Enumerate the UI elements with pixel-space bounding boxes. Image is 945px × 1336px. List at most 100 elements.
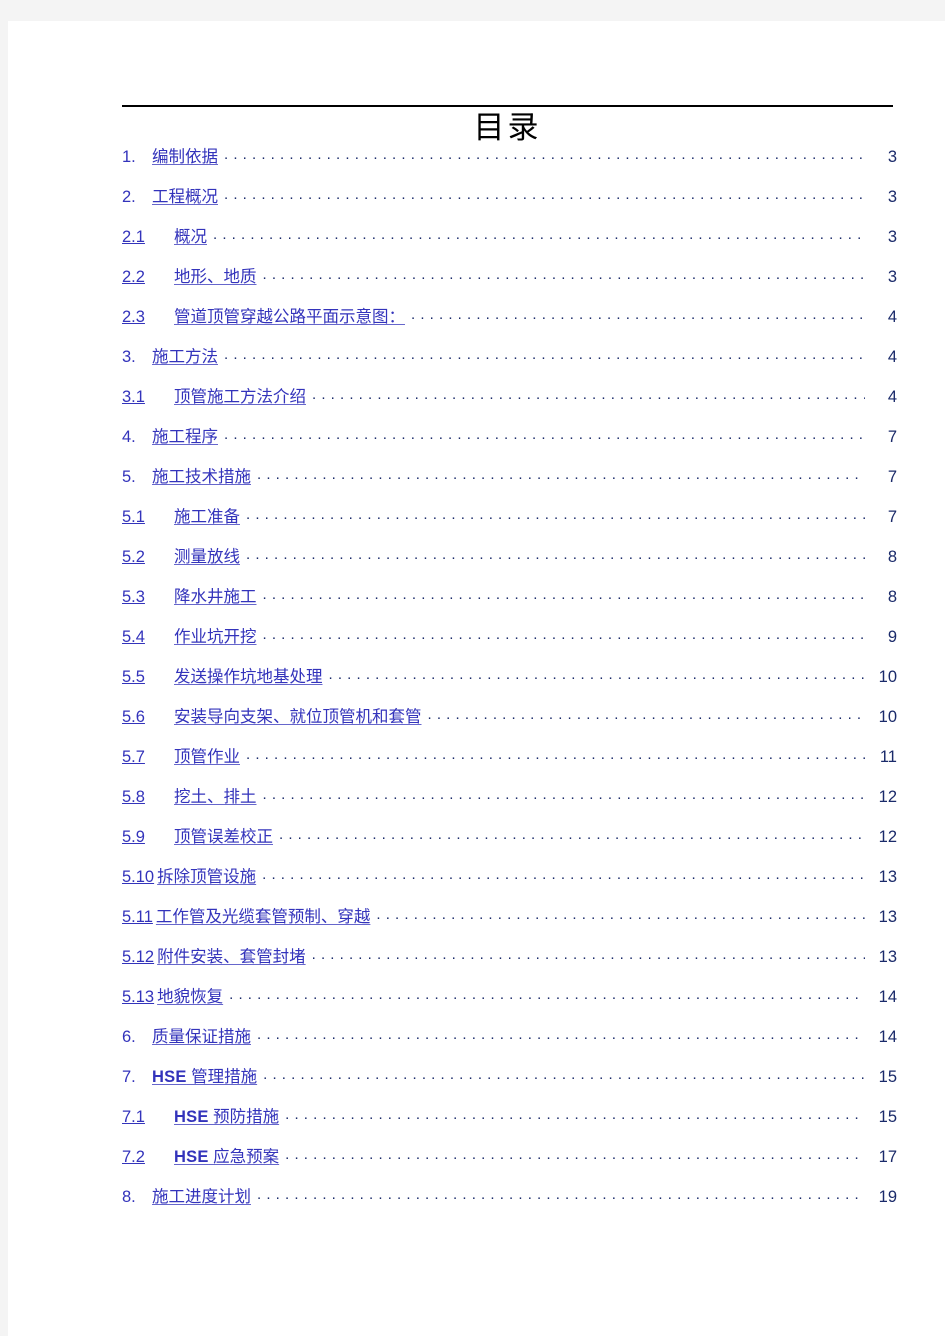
toc-entry-number: 2.2 xyxy=(122,268,145,286)
toc-entry-number: 5.11 xyxy=(122,908,153,926)
toc-entry-label[interactable]: 质量保证措施 xyxy=(152,1023,255,1047)
toc-entry-number: 5.7 xyxy=(122,748,145,766)
toc-entry-label[interactable]: 施工程序 xyxy=(152,423,222,447)
toc-entry-page-number: 15 xyxy=(878,1108,897,1126)
toc-entry-page-number: 3 xyxy=(887,188,897,206)
toc-entry[interactable]: 5.8 挖土、排土 12 xyxy=(122,783,897,823)
toc-entry[interactable]: 5.13地貌恢复 14 xyxy=(122,983,897,1023)
toc-entry-label[interactable]: 管道顶管穿越公路平面示意图： xyxy=(174,303,409,327)
toc-dot-leader xyxy=(262,866,865,882)
toc-entry[interactable]: 5.9 顶管误差校正 12 xyxy=(122,823,897,863)
toc-entry-label[interactable]: 顶管作业 xyxy=(174,743,244,767)
toc-dot-leader xyxy=(329,666,866,682)
toc-entry-number: 2.3 xyxy=(122,308,145,326)
toc-entry-number: 5.9 xyxy=(122,828,145,846)
toc-entry-number: 5.6 xyxy=(122,708,145,726)
toc-entry[interactable]: 5.4 作业坑开挖 9 xyxy=(122,623,897,663)
toc-entry[interactable]: 4. 施工程序 7 xyxy=(122,423,897,463)
toc-dot-leader xyxy=(428,706,866,722)
toc-dot-leader xyxy=(246,546,865,562)
toc-dot-leader xyxy=(263,786,866,802)
toc-entry-label[interactable]: 工作管及光缆套管预制、穿越 xyxy=(156,903,375,927)
toc-entry-label[interactable]: 作业坑开挖 xyxy=(174,623,261,647)
toc-entry-page-number: 17 xyxy=(878,1148,897,1166)
toc-entry-label[interactable]: 顶管施工方法介绍 xyxy=(174,383,310,407)
toc-entry[interactable]: 5.6 安装导向支架、就位顶管机和套管 10 xyxy=(122,703,897,743)
toc-entry-number: 3.1 xyxy=(122,388,145,406)
toc-entry-number: 4. xyxy=(122,428,136,446)
toc-entry-label[interactable]: 拆除顶管设施 xyxy=(157,863,260,887)
toc-entry-label[interactable]: 挖土、排土 xyxy=(174,783,261,807)
toc-entry-page-number: 12 xyxy=(878,788,897,806)
toc-entry-label[interactable]: 地形、地质 xyxy=(174,263,261,287)
toc-entry-page-number: 10 xyxy=(878,708,897,726)
toc-entry[interactable]: 2. 工程概况 3 xyxy=(122,183,897,223)
toc-entry-label[interactable]: 测量放线 xyxy=(174,543,244,567)
toc-dot-leader xyxy=(263,1066,865,1082)
toc-entry-page-number: 14 xyxy=(878,1028,897,1046)
toc-entry[interactable]: 5.12附件安装、套管封堵 13 xyxy=(122,943,897,983)
toc-entry-label[interactable]: 施工方法 xyxy=(152,343,222,367)
toc-entry[interactable]: 7. HSE 管理措施 15 xyxy=(122,1063,897,1103)
toc-dot-leader xyxy=(312,946,865,962)
toc-entry-page-number: 3 xyxy=(887,228,897,246)
toc-dot-leader xyxy=(411,306,865,322)
toc-entry-label[interactable]: 附件安装、套管封堵 xyxy=(157,943,310,967)
toc-entry[interactable]: 5.10拆除顶管设施 13 xyxy=(122,863,897,903)
toc-dot-leader xyxy=(279,826,865,842)
toc-entry-page-number: 8 xyxy=(887,548,897,566)
toc-entry-label[interactable]: 编制依据 xyxy=(152,143,222,167)
toc-entry[interactable]: 5.1 施工准备 7 xyxy=(122,503,897,543)
toc-dot-leader xyxy=(224,186,865,202)
toc-dot-leader xyxy=(246,506,865,522)
toc-entry[interactable]: 3.1 顶管施工方法介绍 4 xyxy=(122,383,897,423)
toc-entry-label[interactable]: HSE 管理措施 xyxy=(152,1063,261,1087)
toc-entry-number: 7. xyxy=(122,1068,136,1086)
toc-dot-leader xyxy=(224,426,865,442)
toc-entry[interactable]: 5.2 测量放线 8 xyxy=(122,543,897,583)
toc-entry-page-number: 4 xyxy=(887,388,897,406)
toc-entry-number: 5.10 xyxy=(122,868,155,886)
toc-entry-label[interactable]: 施工准备 xyxy=(174,503,244,527)
toc-entry[interactable]: 5.3 降水井施工 8 xyxy=(122,583,897,623)
toc-entry-label[interactable]: 顶管误差校正 xyxy=(174,823,277,847)
toc-entry-page-number: 13 xyxy=(878,908,897,926)
toc-entry-label[interactable]: HSE 应急预案 xyxy=(174,1143,283,1167)
toc-entry[interactable]: 2.2 地形、地质 3 xyxy=(122,263,897,303)
toc-entry-label[interactable]: 安装导向支架、就位顶管机和套管 xyxy=(174,703,426,727)
toc-entry-number: 3. xyxy=(122,348,136,366)
toc-entry[interactable]: 6. 质量保证措施 14 xyxy=(122,1023,897,1063)
toc-dot-leader xyxy=(285,1106,865,1122)
toc-dot-leader xyxy=(263,626,866,642)
toc-dot-leader xyxy=(312,386,865,402)
toc-entry-label[interactable]: 施工进度计划 xyxy=(152,1183,255,1207)
toc-entry-number: 2. xyxy=(122,188,136,206)
toc-entry[interactable]: 5.7 顶管作业 11 xyxy=(122,743,897,783)
toc-entry[interactable]: 2.3 管道顶管穿越公路平面示意图： 4 xyxy=(122,303,897,343)
toc-entry-label[interactable]: 概况 xyxy=(174,223,211,247)
toc-entry-page-number: 19 xyxy=(878,1188,897,1206)
toc-entry[interactable]: 8. 施工进度计划 19 xyxy=(122,1183,897,1223)
toc-entry[interactable]: 2.1 概况 3 xyxy=(122,223,897,263)
toc-entry[interactable]: 7.1 HSE 预防措施 15 xyxy=(122,1103,897,1143)
toc-entry-label[interactable]: HSE 预防措施 xyxy=(174,1103,283,1127)
toc-entry-number: 5.4 xyxy=(122,628,145,646)
toc-entry[interactable]: 5.5 发送操作坑地基处理 10 xyxy=(122,663,897,703)
toc-dot-leader xyxy=(263,266,866,282)
toc-entry[interactable]: 7.2 HSE 应急预案 17 xyxy=(122,1143,897,1183)
toc-entry[interactable]: 1. 编制依据 3 xyxy=(122,143,897,183)
toc-entry-label[interactable]: 工程概况 xyxy=(152,183,222,207)
toc-entry-label[interactable]: 发送操作坑地基处理 xyxy=(174,663,327,687)
page-title: 目录 xyxy=(473,110,542,146)
toc-entry-number: 8. xyxy=(122,1188,136,1206)
toc-entry[interactable]: 5.11工作管及光缆套管预制、穿越 13 xyxy=(122,903,897,943)
toc-entry-page-number: 7 xyxy=(887,508,897,526)
toc-entry-page-number: 9 xyxy=(887,628,897,646)
toc-entry-number: 5.5 xyxy=(122,668,145,686)
toc-entry[interactable]: 5. 施工技术措施 7 xyxy=(122,463,897,503)
toc-entry[interactable]: 3. 施工方法 4 xyxy=(122,343,897,383)
toc-entry-label[interactable]: 施工技术措施 xyxy=(152,463,255,487)
toc-dot-leader xyxy=(257,466,865,482)
toc-entry-label[interactable]: 地貌恢复 xyxy=(157,983,227,1007)
toc-entry-label[interactable]: 降水井施工 xyxy=(174,583,261,607)
